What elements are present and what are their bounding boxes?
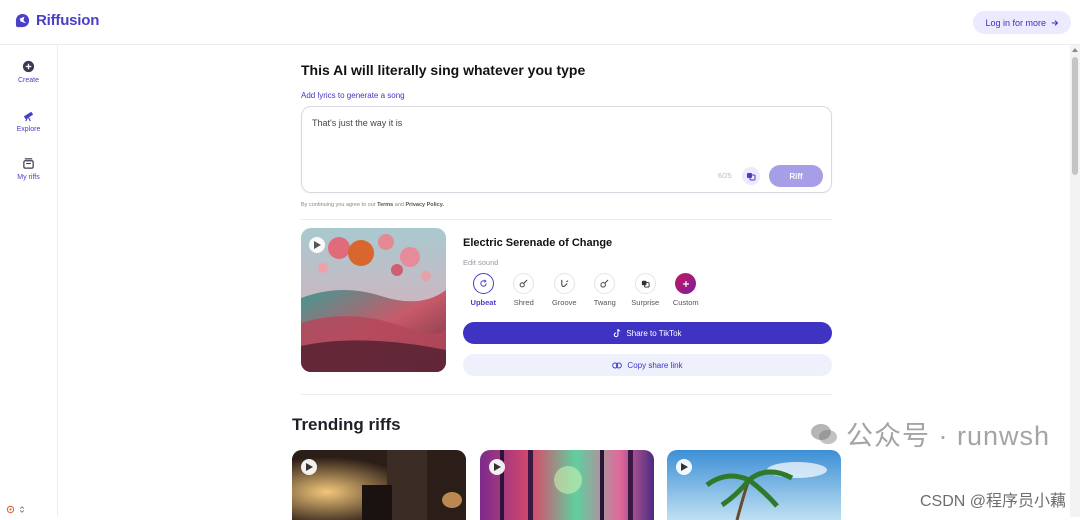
sound-option-label: Upbeat [470,298,496,307]
watermark-text: 公众号 · runwsh [845,421,1050,451]
sound-option-groove[interactable]: Groove [544,273,585,307]
play-icon [313,241,321,249]
guitar-icon [519,279,528,288]
sound-option-button[interactable] [675,273,697,294]
song-title: Electric Serenade of Change [463,237,613,249]
lyrics-input-value[interactable]: That's just the way it is [312,118,402,128]
scroll-thumb[interactable] [1072,57,1078,175]
sound-option-label: Custom [672,298,699,307]
privacy-policy-link[interactable]: Privacy Policy. [406,202,444,208]
banjo-icon [600,279,609,288]
trending-card[interactable] [292,450,466,520]
sound-option-label: Shred [513,298,534,307]
trending-title: Trending riffs [292,415,401,434]
sound-option-surprise[interactable]: Surprise [625,273,666,307]
play-icon [305,463,313,471]
play-icon [493,463,501,471]
play-icon [680,463,688,471]
trending-card[interactable] [667,450,841,520]
play-button[interactable] [489,459,505,475]
trending-card[interactable] [480,450,654,520]
sidebar-item-my-riffs[interactable]: My riffs [0,157,57,181]
sound-option-label: Twang [593,298,616,307]
plus-icon [682,280,689,287]
refresh-icon [480,279,487,287]
sidebar-item-label: My riffs [17,174,40,181]
dice-icon [747,173,756,181]
telescope-icon [23,111,34,122]
play-button[interactable] [309,237,325,253]
link-icon [612,362,623,368]
lyrics-label[interactable]: Add lyrics to generate a song [301,91,405,100]
chevron-updown-icon[interactable] [19,505,25,514]
sound-option-shred[interactable]: Shred [504,273,545,307]
terms-and: and [394,202,404,208]
sound-option-custom[interactable]: Custom [666,273,707,307]
divider [301,394,832,395]
tiktok-icon [614,328,621,337]
sound-option-button[interactable] [472,273,494,294]
watermark-credit: CSDN @程序员小藕 [919,493,1066,510]
sound-option-upbeat[interactable]: Upbeat [463,273,504,307]
watermark: 公众号 · runwsh [810,414,1050,453]
terms-notice: By continuing you agree to our Terms and… [301,202,444,208]
library-icon [23,158,34,169]
share-tiktok-button[interactable]: Share to TikTok [463,322,832,344]
riffusion-logo-icon [15,13,30,28]
sidebar: Create Explore My riffs [0,45,58,517]
dice-icon [641,280,650,288]
copy-share-link-label: Copy share link [627,360,683,370]
riff-button[interactable]: Riff [769,165,823,187]
sidebar-item-label: Explore [16,126,41,133]
lyrics-input[interactable]: That's just the way it is 6/25 Riff [301,106,832,193]
song-artwork[interactable] [301,228,446,372]
top-bar: Riffusion Log in for more [0,0,1080,45]
arrow-right-icon [1051,19,1059,26]
wechat-icon [810,423,837,444]
card-artwork-image [667,450,841,520]
character-count: 6/25 [718,173,732,180]
share-tiktok-label: Share to TikTok [626,328,682,338]
sound-option-button[interactable] [594,273,616,294]
randomize-lyrics-button[interactable] [742,167,760,185]
sound-option-button[interactable] [634,273,656,294]
play-button[interactable] [676,459,692,475]
sound-option-button[interactable] [513,273,535,294]
terms-prefix: By continuing you agree to our [301,202,376,208]
sidebar-footer [6,505,25,514]
login-button[interactable]: Log in for more [973,11,1071,34]
play-button[interactable] [301,459,317,475]
card-artwork-image [292,450,466,520]
page-scrollbar[interactable] [1070,45,1080,517]
sound-options: Upbeat Shred Groove Twang Surprise Custo… [463,273,706,307]
saxophone-icon [561,279,569,287]
card-artwork-image [480,450,654,520]
copy-share-link-button[interactable]: Copy share link [463,354,832,376]
login-label: Log in for more [985,17,1046,28]
terms-link[interactable]: Terms [377,202,393,208]
page-title: This AI will literally sing whatever you… [301,62,586,78]
sound-option-label: Surprise [631,298,660,307]
logo[interactable]: Riffusion [15,12,99,29]
sound-option-label: Groove [551,298,577,307]
sidebar-item-explore[interactable]: Explore [0,109,57,133]
divider [301,219,832,220]
logo-text: Riffusion [36,12,100,29]
sound-option-button[interactable] [553,273,575,294]
edit-sound-label: Edit sound [463,258,499,267]
sound-option-twang[interactable]: Twang [585,273,626,307]
settings-icon[interactable] [6,505,15,514]
sidebar-item-create[interactable]: Create [0,60,57,84]
plus-circle-icon [22,60,35,73]
sidebar-item-label: Create [17,77,39,84]
scroll-up-arrow-icon[interactable] [1072,48,1078,52]
